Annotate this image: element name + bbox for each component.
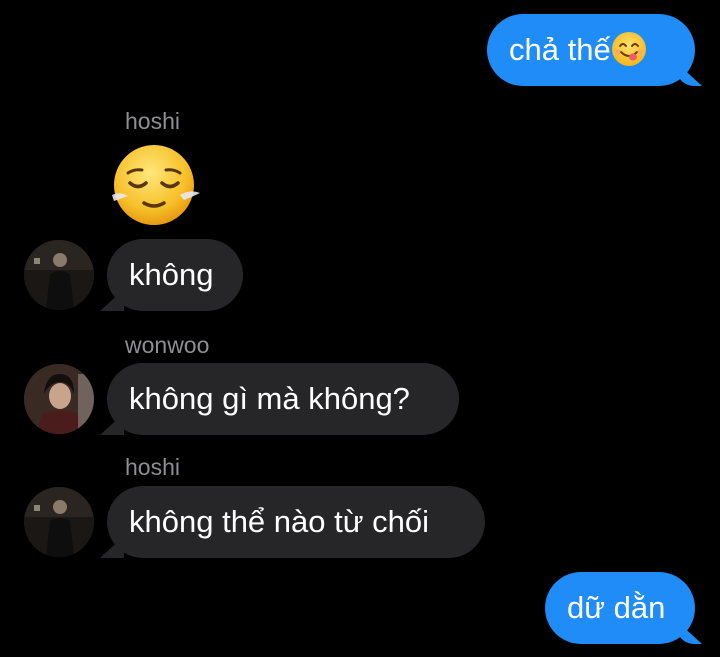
face-savoring-food-icon	[611, 21, 647, 93]
message-text: không gì mà không?	[129, 381, 410, 416]
message-text: chả thế	[509, 32, 611, 67]
sent-message-bubble[interactable]: chả thế	[487, 14, 695, 86]
received-message-bubble[interactable]: không thể nào từ chối	[107, 486, 485, 558]
sender-name-hoshi: hoshi	[125, 454, 180, 480]
message-text: không	[129, 257, 214, 292]
avatar-hoshi[interactable]	[24, 240, 94, 310]
message-text: dữ dằn	[567, 590, 666, 625]
message-text: không thể nào từ chối	[129, 504, 429, 539]
sender-name-wonwoo: wonwoo	[125, 332, 210, 358]
avatar-hoshi[interactable]	[24, 487, 94, 557]
received-message-bubble[interactable]: không gì mà không?	[107, 363, 459, 435]
sent-message-bubble[interactable]: dữ dằn	[545, 572, 695, 644]
relieved-face-icon[interactable]	[110, 143, 202, 234]
sender-name-hoshi: hoshi	[125, 108, 180, 134]
received-message-bubble[interactable]: không	[107, 239, 243, 311]
avatar-wonwoo[interactable]	[24, 364, 94, 434]
